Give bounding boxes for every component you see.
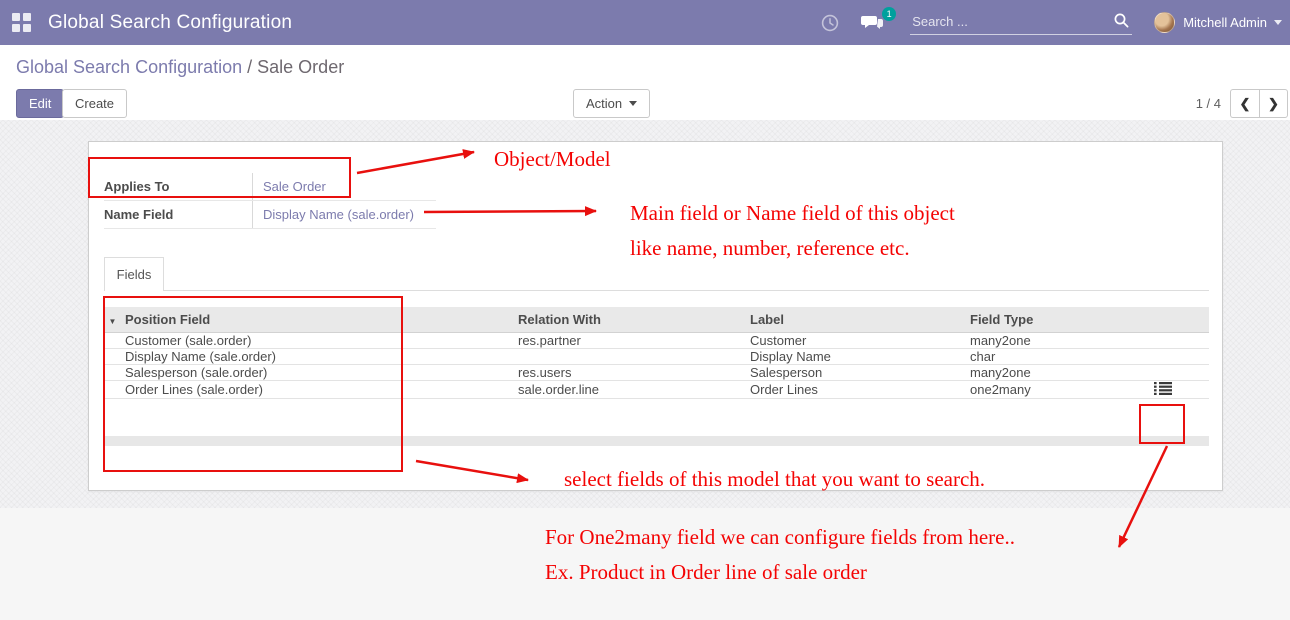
action-label: Action: [586, 96, 622, 111]
pager-previous-button[interactable]: ❮: [1230, 89, 1259, 118]
search-input[interactable]: [910, 10, 1132, 35]
global-search: [910, 10, 1132, 35]
activity-clock-icon[interactable]: [820, 13, 840, 33]
pager-next-button[interactable]: ❯: [1259, 89, 1288, 118]
cell-label: Display Name: [746, 348, 966, 364]
navbar-right: 1 Mitchell Admin: [820, 0, 1290, 45]
chevron-down-icon[interactable]: [1274, 20, 1282, 25]
breadcrumb-parent-link[interactable]: Global Search Configuration: [16, 57, 242, 77]
cell-position-field: Order Lines (sale.order): [121, 380, 514, 398]
column-header-label[interactable]: Label: [746, 307, 966, 332]
user-avatar[interactable]: [1154, 12, 1175, 33]
fields-table: ▼ Position Field Relation With Label Fie…: [104, 307, 1209, 399]
table-header-row: ▼ Position Field Relation With Label Fie…: [104, 307, 1209, 332]
cell-actions: [1146, 364, 1209, 380]
column-header-relation-with[interactable]: Relation With: [514, 307, 746, 332]
form-row-applies-to: Applies To Sale Order: [104, 173, 436, 201]
pager: 1 / 4 ❮ ❯: [1196, 89, 1288, 118]
app-root: Global Search Configuration 1: [0, 0, 1290, 620]
edit-button[interactable]: Edit: [16, 89, 64, 118]
annotation-name-field-line2: like name, number, reference etc.: [630, 236, 910, 261]
annotation-select-fields: select fields of this model that you wan…: [564, 467, 985, 492]
cell-label: Order Lines: [746, 380, 966, 398]
cell-position-field: Customer (sale.order): [121, 332, 514, 348]
name-field-value[interactable]: Display Name (sale.order): [253, 207, 414, 222]
sort-caret-icon[interactable]: ▼: [104, 307, 121, 332]
user-menu[interactable]: Mitchell Admin: [1183, 15, 1267, 30]
cell-relation-with: [514, 348, 746, 364]
configure-one2many-list-icon[interactable]: [1154, 381, 1172, 395]
cell-field-type: many2one: [966, 332, 1146, 348]
table-footer-strip: [104, 436, 1209, 446]
cell-actions: [1146, 332, 1209, 348]
row-handle-cell: [104, 348, 121, 364]
top-navbar: Global Search Configuration 1: [0, 0, 1290, 45]
create-button[interactable]: Create: [62, 89, 127, 118]
pager-value: 1 / 4: [1196, 96, 1221, 111]
column-header-position-field[interactable]: Position Field: [121, 307, 514, 332]
form-row-name-field: Name Field Display Name (sale.order): [104, 201, 436, 229]
row-handle-cell: [104, 364, 121, 380]
breadcrumb-separator: /: [242, 57, 257, 77]
table-row[interactable]: Customer (sale.order) res.partner Custom…: [104, 332, 1209, 348]
apps-square: [12, 24, 20, 32]
cell-field-type: char: [966, 348, 1146, 364]
apps-square: [23, 13, 31, 21]
breadcrumb: Global Search Configuration / Sale Order: [16, 57, 344, 78]
cell-position-field: Salesperson (sale.order): [121, 364, 514, 380]
search-icon[interactable]: [1113, 12, 1130, 34]
cell-field-type: one2many: [966, 380, 1146, 398]
table-row[interactable]: Order Lines (sale.order) sale.order.line…: [104, 380, 1209, 398]
cell-label: Customer: [746, 332, 966, 348]
tab-fields[interactable]: Fields: [104, 257, 164, 291]
applies-to-value[interactable]: Sale Order: [253, 179, 326, 194]
breadcrumb-current: Sale Order: [257, 57, 344, 77]
cell-relation-with: sale.order.line: [514, 380, 746, 398]
row-handle-cell: [104, 332, 121, 348]
table-row[interactable]: Display Name (sale.order) Display Name c…: [104, 348, 1209, 364]
name-field-label: Name Field: [104, 201, 253, 228]
action-dropdown-button[interactable]: Action: [573, 89, 650, 118]
cell-label: Salesperson: [746, 364, 966, 380]
pager-buttons: ❮ ❯: [1230, 89, 1288, 118]
messages-badge: 1: [882, 7, 896, 21]
form-sheet: Applies To Sale Order Name Field Display…: [88, 141, 1223, 491]
applies-to-label: Applies To: [104, 173, 253, 200]
cell-relation-with: res.users: [514, 364, 746, 380]
cell-position-field: Display Name (sale.order): [121, 348, 514, 364]
apps-square: [23, 24, 31, 32]
annotation-one2many-line2: Ex. Product in Order line of sale order: [545, 560, 867, 585]
cell-actions: [1146, 348, 1209, 364]
table-row[interactable]: Salesperson (sale.order) res.users Sales…: [104, 364, 1209, 380]
cell-relation-with: res.partner: [514, 332, 746, 348]
apps-menu-icon[interactable]: [12, 13, 32, 33]
apps-square: [12, 13, 20, 21]
annotation-one2many-line1: For One2many field we can configure fiel…: [545, 525, 1015, 550]
cell-actions: [1146, 380, 1209, 398]
column-header-actions: [1146, 307, 1209, 332]
form-field-group: Applies To Sale Order Name Field Display…: [104, 173, 436, 229]
caret-down-icon: [629, 101, 637, 106]
row-handle-cell: [104, 380, 121, 398]
cell-field-type: many2one: [966, 364, 1146, 380]
messages-icon[interactable]: 1: [860, 13, 884, 33]
annotation-name-field-line1: Main field or Name field of this object: [630, 201, 955, 226]
annotation-object-model: Object/Model: [494, 147, 611, 172]
control-panel: Global Search Configuration / Sale Order…: [0, 45, 1290, 120]
column-header-field-type[interactable]: Field Type: [966, 307, 1146, 332]
notebook-divider: [104, 290, 1209, 291]
app-title[interactable]: Global Search Configuration: [48, 0, 292, 45]
